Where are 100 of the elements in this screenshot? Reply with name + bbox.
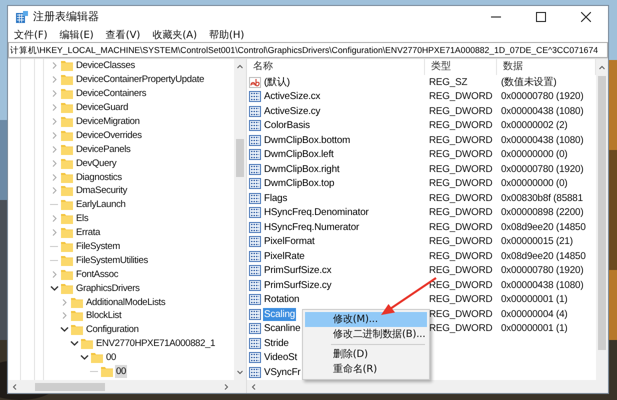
value-name[interactable]: VSyncFr [263,366,302,379]
value-name[interactable]: PixelRate [263,250,306,263]
tree-item[interactable]: DeviceContainerPropertyUpdate [75,73,206,86]
menu-item[interactable]: 收藏夹(A) [146,28,203,42]
menu-item[interactable]: 查看(V) [100,28,146,42]
tree-item[interactable]: DeviceOverrides [75,128,143,142]
tree-item[interactable]: ENV2770HPXE71A000882_1 [95,337,216,350]
scrollbar[interactable] [247,380,608,393]
scroll-left-icon[interactable] [250,382,258,390]
scrollbar-thumb[interactable] [35,382,105,390]
chevron-right-icon[interactable] [50,103,59,112]
value-name[interactable]: PrimSurfSize.cx [263,264,332,278]
value-data: 0x00000898 (2200) [500,207,584,218]
menu-item[interactable]: 文件(F) [8,28,54,42]
scrollbar[interactable] [8,380,246,393]
chevron-right-icon[interactable] [60,298,69,307]
value-type: REG_DWORD [428,207,494,218]
scroll-up-icon[interactable] [598,64,606,72]
tree-item[interactable]: FileSystemUtilities [75,254,149,267]
tree-item[interactable]: Configuration [85,323,140,336]
tree-item[interactable]: EarlyLaunch [75,198,127,212]
chevron-right-icon[interactable] [50,270,59,279]
scroll-up-icon[interactable] [236,63,244,71]
chevron-down-icon[interactable] [80,353,89,362]
tree-item[interactable]: 00 [105,351,117,364]
value-name[interactable]: HSyncFreq.Denominator [263,206,370,220]
menu-item[interactable]: 删除(D) [305,346,428,362]
tree-item[interactable]: Els [75,212,90,226]
value-name[interactable]: ActiveSize.cy [263,104,322,118]
value-name[interactable]: DwmClipBox.bottom [263,134,352,147]
column-header[interactable]: 类型 [425,59,497,75]
binary-value-icon [249,120,261,132]
value-name[interactable]: VideoSt [263,351,298,364]
chevron-right-icon[interactable] [50,75,59,84]
scrollbar[interactable] [234,59,246,380]
value-name[interactable]: PixelFormat [263,235,316,248]
chevron-right-icon[interactable] [50,89,59,98]
scroll-right-icon[interactable] [222,382,230,390]
value-name[interactable]: (默认) [263,76,291,89]
chevron-right-icon[interactable] [50,130,59,140]
column-header[interactable]: 名称 [247,59,425,75]
binary-value-icon [249,236,261,248]
chevron-right-icon[interactable] [50,144,59,154]
tree-item[interactable]: DeviceClasses [75,59,136,72]
menu-item[interactable]: 编辑(E) [54,28,100,42]
tree-item[interactable]: 00 [115,365,127,378]
tree-item[interactable]: FileSystem [75,240,121,254]
value-name[interactable]: Stride [263,336,290,350]
tree-item[interactable]: FontAssoc [75,268,120,281]
tree-item[interactable]: DevicePanels [75,142,132,156]
address-bar[interactable]: 计算机\HKEY_LOCAL_MACHINE\SYSTEM\ControlSet001\Control\GraphicsDrivers\Configuration\ENV2770HPXE71A000882_1D_07DE_CE^3CC071674 [8,42,608,58]
chevron-down-icon[interactable] [60,325,69,334]
scrollbar[interactable] [596,59,608,380]
chevron-right-icon[interactable] [50,214,59,224]
scrollbar-thumb[interactable] [598,76,606,350]
menu-item[interactable]: 修改(M)... [305,312,428,327]
tree-item[interactable]: Errata [75,226,102,240]
value-name[interactable]: Rotation [263,293,300,306]
value-name[interactable]: ColorBasis [263,119,311,132]
maximize-icon [536,12,546,22]
tree-item[interactable]: DeviceContainers [75,87,148,100]
value-name[interactable]: DwmClipBox.top [263,177,336,190]
value-name[interactable]: PrimSurfSize.cy [263,278,332,292]
chevron-right-icon[interactable] [50,158,59,168]
value-name[interactable]: HSyncFreq.Numerator [263,220,360,234]
menu-item[interactable]: 帮助(H) [203,28,250,42]
tree-item[interactable]: BlockList [85,309,122,322]
tree-item[interactable]: AdditionalModeLists [85,296,166,309]
tree-item[interactable]: DeviceGuard [75,101,130,114]
chevron-right-icon[interactable] [50,186,59,196]
tree-item[interactable]: DevQuery [75,156,118,170]
value-name[interactable]: DwmClipBox.left [263,148,335,162]
value-name[interactable]: Flags [263,192,288,205]
menu-item[interactable]: 修改二进制数据(B)... [305,326,428,342]
tree-item[interactable]: GraphicsDrivers [75,282,141,295]
scroll-down-icon[interactable] [236,368,244,376]
value-type: REG_DWORD [428,236,494,248]
value-name[interactable]: DwmClipBox.right [263,162,340,176]
chevron-right-icon[interactable] [50,172,59,182]
scrollbar-thumb[interactable] [236,139,244,177]
chevron-down-icon[interactable] [50,284,59,293]
chevron-right-icon[interactable] [60,311,69,320]
value-name[interactable]: Scanline [263,322,302,336]
tree-item[interactable]: DeviceMigration [75,115,141,128]
value-type: REG_DWORD [428,192,494,204]
chevron-right-icon[interactable] [50,117,59,126]
tree-item[interactable]: Diagnostics [75,170,123,184]
value-data: 0x00000780 (1920) [500,265,584,276]
tree-item[interactable]: DmaSecurity [75,184,128,198]
chevron-down-icon[interactable] [70,339,79,348]
binary-value-icon [249,149,261,160]
value-name[interactable]: ActiveSize.cx [263,90,322,104]
chevron-right-icon[interactable] [50,228,59,238]
value-type: REG_DWORD [428,280,494,291]
binary-value-icon [249,280,261,291]
scroll-left-icon[interactable] [11,382,19,390]
chevron-right-icon[interactable] [50,61,59,70]
folder-icon [61,74,73,86]
menu-item[interactable]: 重命名(R) [305,362,428,377]
value-data: 0x00000015 (21) [500,236,574,248]
